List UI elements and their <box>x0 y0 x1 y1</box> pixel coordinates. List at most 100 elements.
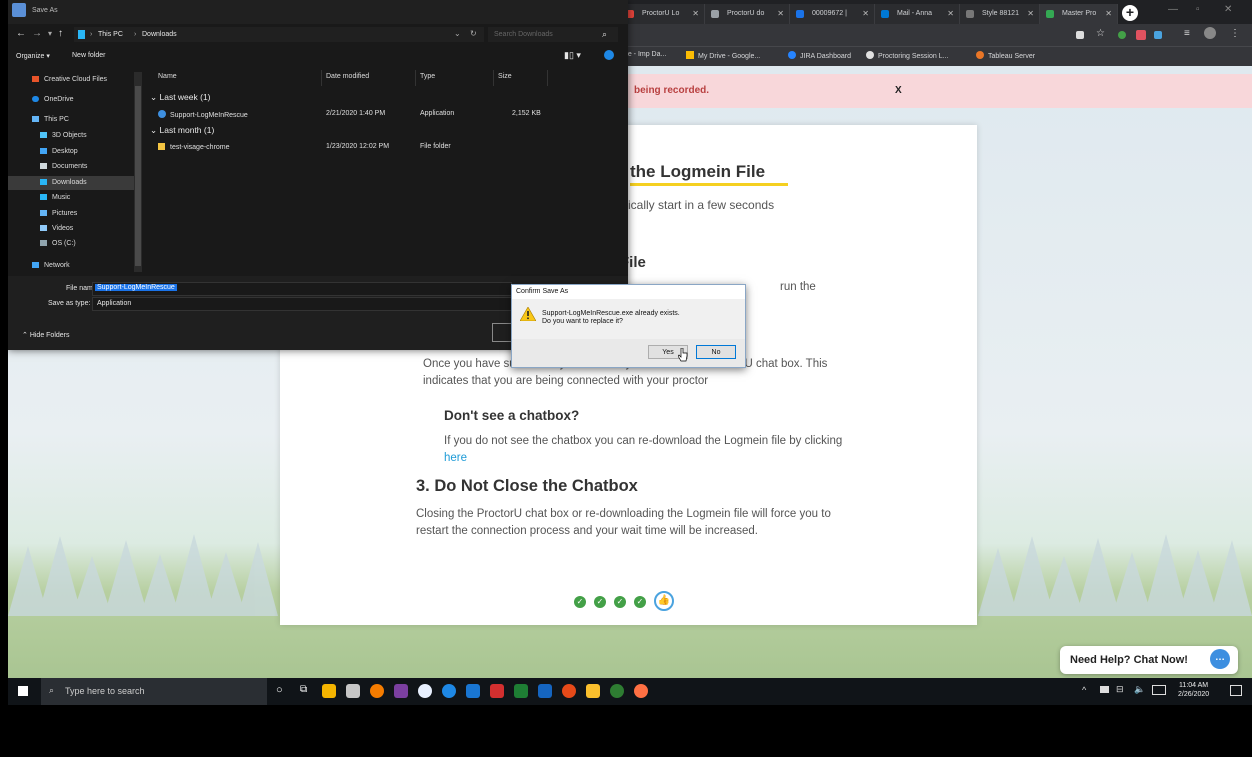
back-icon[interactable]: ← <box>16 28 26 39</box>
extension-icon[interactable] <box>1136 30 1146 40</box>
address-bar[interactable]: › This PC › Downloads ⌄ ↻ <box>74 27 484 42</box>
tray-overflow-icon[interactable]: ^ <box>1082 685 1086 695</box>
column-date-modified[interactable]: Date modified <box>326 73 369 80</box>
sidebar-item-this-pc[interactable]: This PC <box>32 116 69 123</box>
bookmark-item[interactable]: JIRA Dashboard <box>788 51 851 60</box>
banner-close-button[interactable]: X <box>895 85 902 96</box>
windows-start-icon[interactable] <box>18 686 28 696</box>
column-size[interactable]: Size <box>498 73 512 80</box>
menu-icon[interactable]: ⋮ <box>1230 28 1240 39</box>
browser-tab[interactable]: ProctorU Lo ✕ <box>620 4 705 24</box>
organize-button[interactable]: Organize ▾ <box>16 52 50 60</box>
group-header-last-week[interactable]: ⌄ Last week (1) <box>150 92 211 103</box>
close-tab-icon[interactable]: ✕ <box>692 4 699 24</box>
save-type-select[interactable]: Application <box>92 297 512 311</box>
close-tab-icon[interactable]: ✕ <box>947 4 954 24</box>
onenote-icon[interactable] <box>394 684 408 698</box>
sidebar-scrollbar[interactable] <box>134 72 142 272</box>
app-icon[interactable] <box>418 684 432 698</box>
sidebar-item-onedrive[interactable]: OneDrive <box>32 96 74 103</box>
close-tab-icon[interactable]: ✕ <box>777 4 784 24</box>
checkmark-app-icon[interactable] <box>466 684 480 698</box>
clock-icon[interactable] <box>442 684 456 698</box>
sidebar-item-network[interactable]: Network <box>32 262 70 269</box>
sidebar-item-pictures[interactable]: Pictures <box>40 210 77 217</box>
group-header-last-month[interactable]: ⌄ Last month (1) <box>150 125 214 136</box>
breadcrumb-this-pc[interactable]: This PC <box>98 31 123 38</box>
bookmark-item[interactable]: Tableau Server <box>976 51 1035 60</box>
taskbar-clock[interactable]: 11:04 AM 2/26/2020 <box>1178 681 1209 699</box>
acrobat-icon[interactable] <box>490 684 504 698</box>
sidebar-item-downloads[interactable]: Downloads <box>40 179 87 186</box>
volume-icon[interactable]: 🔈 <box>1134 684 1145 695</box>
task-view-icon[interactable]: ⧉ <box>300 684 307 695</box>
app-icon[interactable] <box>610 684 624 698</box>
sidebar-item-os-c[interactable]: OS (C:) <box>40 240 76 247</box>
address-dropdown-icon[interactable]: ⌄ <box>454 29 461 38</box>
sidebar-item-3d-objects[interactable]: 3D Objects <box>40 132 87 139</box>
network-icon[interactable]: ⊟ <box>1116 684 1124 695</box>
browser-tab[interactable]: Style 88121 ✕ <box>960 4 1040 24</box>
chrome-icon[interactable] <box>370 684 384 698</box>
close-tab-icon[interactable]: ✕ <box>1105 4 1112 24</box>
extension-icon[interactable] <box>1118 31 1126 39</box>
browser-tab-active[interactable]: Master Pro ✕ <box>1040 4 1118 24</box>
cortana-icon[interactable]: ○ <box>276 684 283 696</box>
tableau-icon <box>976 51 984 59</box>
new-folder-button[interactable]: New folder <box>72 52 105 59</box>
refresh-icon[interactable]: ↻ <box>470 29 477 38</box>
close-tab-icon[interactable]: ✕ <box>862 4 869 24</box>
redownload-link[interactable]: here <box>444 452 467 464</box>
extension-icon[interactable] <box>1154 31 1162 39</box>
sidebar-item-videos[interactable]: Videos <box>40 225 73 232</box>
close-window-icon[interactable]: ✕ <box>1224 4 1232 15</box>
sidebar-item-music[interactable]: Music <box>40 194 70 201</box>
snipping-tool-icon[interactable] <box>346 684 360 698</box>
browser-tab[interactable]: ProctorU do ✕ <box>705 4 790 24</box>
sticky-notes-icon[interactable] <box>586 684 600 698</box>
app-icon[interactable] <box>634 684 648 698</box>
view-options-icon[interactable]: ▮▯ ▾ <box>564 50 581 61</box>
notifications-icon[interactable] <box>1230 685 1242 696</box>
bookmark-item[interactable]: My Drive - Google... <box>686 51 760 60</box>
new-tab-icon[interactable]: + <box>1122 5 1138 21</box>
chatbox-text: If you do not see the chatbox you can re… <box>444 435 843 447</box>
breadcrumb-downloads[interactable]: Downloads <box>142 31 177 38</box>
scrollbar-thumb[interactable] <box>135 86 141 266</box>
minimize-icon[interactable]: — <box>1168 4 1178 15</box>
chat-now-button[interactable]: Need Help? Chat Now! … <box>1060 646 1238 674</box>
file-explorer-icon[interactable] <box>322 684 336 698</box>
help-icon[interactable] <box>604 50 614 60</box>
folder-row[interactable]: test-visage-chrome <box>158 143 230 151</box>
file-row[interactable]: Support-LogMeInRescue <box>158 110 248 119</box>
taskbar-search-box[interactable]: ⌕ Type here to search <box>41 678 267 705</box>
column-type[interactable]: Type <box>420 73 435 80</box>
creative-cloud-icon <box>32 76 39 82</box>
column-name[interactable]: Name <box>158 73 177 80</box>
up-icon[interactable]: ↑ <box>58 28 63 39</box>
app-icon[interactable] <box>562 684 576 698</box>
extension-icon[interactable] <box>1076 31 1084 39</box>
sidebar-item-desktop[interactable]: Desktop <box>40 148 78 155</box>
close-tab-icon[interactable]: ✕ <box>1027 4 1034 24</box>
reading-list-icon[interactable]: ≡ <box>1184 28 1190 39</box>
no-button[interactable]: No <box>696 345 736 359</box>
file-name-input[interactable]: Support-LogMeInRescue <box>92 282 512 296</box>
browser-tab[interactable]: 00009672 | ✕ <box>790 4 875 24</box>
outlook-icon[interactable] <box>538 684 552 698</box>
excel-icon[interactable] <box>514 684 528 698</box>
maximize-icon[interactable]: ▫ <box>1196 4 1200 15</box>
sidebar-item-documents[interactable]: Documents <box>40 163 87 170</box>
bookmark-star-icon[interactable]: ☆ <box>1096 28 1105 39</box>
keyboard-icon[interactable] <box>1152 685 1166 695</box>
bookmark-item[interactable]: rce - Imp Da... <box>622 51 666 58</box>
tray-app-icon[interactable] <box>1100 686 1109 693</box>
sidebar-item-creative-cloud[interactable]: Creative Cloud Files <box>32 76 107 83</box>
browser-tab[interactable]: Mail - Anna ✕ <box>875 4 960 24</box>
forward-icon[interactable]: → <box>32 28 42 39</box>
hide-folders-toggle[interactable]: ⌃ Hide Folders <box>22 331 70 339</box>
bookmark-item[interactable]: Proctoring Session L... <box>866 51 948 60</box>
recent-dropdown-icon[interactable]: ▾ <box>48 29 52 38</box>
avatar[interactable] <box>1204 27 1216 39</box>
search-downloads-field[interactable]: Search Downloads ⌕ <box>488 27 618 42</box>
